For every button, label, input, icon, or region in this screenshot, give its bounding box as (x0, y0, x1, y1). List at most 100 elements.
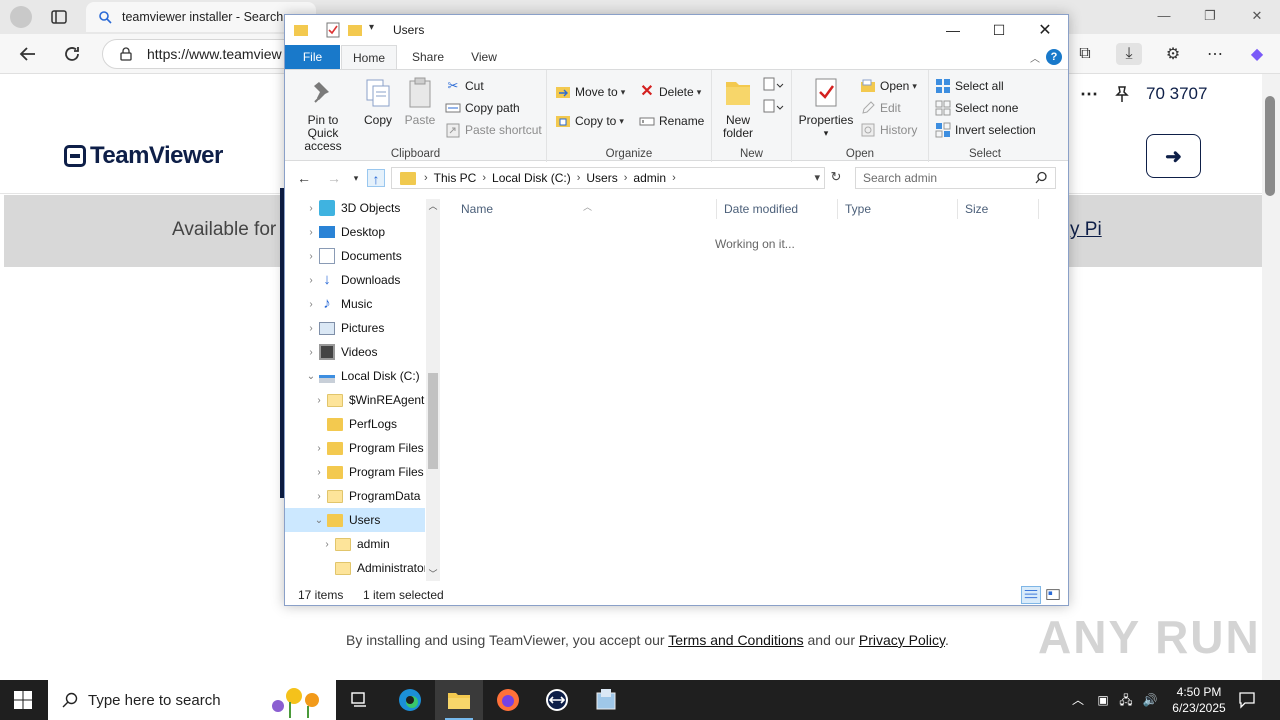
explorer-maximize-icon[interactable]: ☐ (976, 15, 1022, 45)
nav-item-desktop[interactable]: › Desktop (285, 220, 425, 244)
collapse-chevron-icon[interactable]: ⌄ (303, 371, 319, 382)
expand-chevron-icon[interactable]: › (311, 467, 327, 478)
large-icons-view-icon[interactable] (1043, 586, 1063, 604)
file-list-pane[interactable]: ︿ Name Date modified Type Size Working o… (445, 195, 1067, 581)
pin-quick-access-button[interactable]: Pin to Quick access (291, 76, 355, 153)
expand-chevron-icon[interactable]: › (303, 227, 319, 238)
nav-item-winreagent[interactable]: › $WinREAgent (285, 388, 425, 412)
address-history-dropdown-icon[interactable]: ▾ (814, 171, 820, 184)
tab-file[interactable]: File (285, 45, 340, 69)
pin-icon[interactable] (1112, 84, 1132, 104)
nav-item-videos[interactable]: › Videos (285, 340, 425, 364)
move-to-button[interactable]: Move to (555, 82, 625, 102)
open-button[interactable]: Open (860, 76, 917, 96)
column-name[interactable]: ︿ Name (445, 199, 717, 219)
breadcrumb-this-pc[interactable]: This PC (434, 171, 477, 185)
edge-browser-icon[interactable] (386, 680, 434, 720)
paste-shortcut-button[interactable]: Paste shortcut (445, 120, 542, 140)
device-icon[interactable]: ▣ (1095, 692, 1111, 708)
nav-item-3d-objects[interactable]: › 3D Objects (285, 196, 425, 220)
explorer-close-icon[interactable]: ✕ (1022, 15, 1068, 45)
help-icon[interactable]: ? (1046, 49, 1062, 65)
site-phone[interactable]: 70 3707 (1146, 84, 1207, 104)
breadcrumb-users[interactable]: Users (586, 171, 617, 185)
nav-item-music[interactable]: › ♪ Music (285, 292, 425, 316)
nav-item-documents[interactable]: › Documents (285, 244, 425, 268)
quick-access-dropdown-icon[interactable]: ▾ (369, 22, 385, 38)
copy-button[interactable]: Copy (361, 76, 395, 127)
nav-item-local-disk[interactable]: ⌄ Local Disk (C:) (285, 364, 425, 388)
page-scrollbar[interactable] (1262, 74, 1280, 680)
recent-locations-icon[interactable]: ▾ (347, 169, 365, 187)
tab-actions-icon[interactable] (50, 8, 68, 26)
easy-access-icon[interactable] (762, 98, 784, 116)
explorer-title-bar[interactable]: ▾ Users — ☐ ✕ (285, 15, 1068, 45)
column-type[interactable]: Type (839, 199, 958, 219)
notifications-icon[interactable] (1238, 691, 1256, 709)
nav-item-administrator[interactable]: Administrator (285, 556, 425, 580)
explorer-back-icon[interactable]: ← (295, 169, 313, 187)
breadcrumb-chevron-icon[interactable]: › (424, 172, 428, 184)
new-item-icon[interactable] (762, 76, 784, 94)
new-folder-button[interactable]: New folder (718, 76, 758, 140)
copy-to-button[interactable]: Copy to (555, 111, 624, 131)
teamviewer-taskbar-icon[interactable] (533, 680, 581, 720)
nav-item-program-files[interactable]: › Program Files (285, 436, 425, 460)
volume-icon[interactable]: 🔊 (1142, 692, 1158, 708)
file-explorer-taskbar-icon[interactable] (435, 680, 483, 720)
tab-view[interactable]: View (459, 45, 509, 69)
invert-selection-button[interactable]: Invert selection (935, 120, 1036, 140)
rename-button[interactable]: Rename (639, 111, 704, 131)
terms-link[interactable]: Terms and Conditions (668, 632, 803, 648)
nav-pane-scrollbar[interactable]: ︿ ﹀ (426, 199, 440, 581)
ribbon-collapse-icon[interactable]: ︿ (1030, 50, 1040, 65)
copy-path-button[interactable]: Copy path (445, 98, 520, 118)
expand-chevron-icon[interactable]: › (311, 443, 327, 454)
properties-quick-icon[interactable] (325, 22, 341, 38)
more-menu-icon[interactable]: ⋯ (1204, 43, 1226, 65)
expand-chevron-icon[interactable]: › (311, 395, 327, 406)
new-folder-quick-icon[interactable] (347, 22, 363, 38)
back-icon[interactable] (16, 42, 40, 66)
expand-chevron-icon[interactable]: › (303, 275, 319, 286)
privacy-link[interactable]: Privacy Policy (859, 632, 945, 648)
show-hidden-icons-icon[interactable]: ︿ (1070, 692, 1086, 708)
explorer-forward-icon[interactable]: → (325, 169, 343, 187)
expand-chevron-icon[interactable]: › (303, 251, 319, 262)
edit-button[interactable]: Edit (860, 98, 901, 118)
windows-start-icon[interactable] (14, 691, 32, 709)
tab-share[interactable]: Share (403, 45, 453, 69)
nav-pane-scrollbar-thumb[interactable] (428, 373, 438, 469)
expand-chevron-icon[interactable]: › (311, 491, 327, 502)
expand-chevron-icon[interactable]: › (303, 203, 319, 214)
nav-item-downloads[interactable]: › ↓ Downloads (285, 268, 425, 292)
scroll-down-icon[interactable]: ﹀ (426, 567, 440, 581)
downloads-icon[interactable]: ⤓ (1116, 43, 1142, 65)
nav-item-admin[interactable]: › admin (285, 532, 425, 556)
tab-home[interactable]: Home (341, 45, 397, 69)
breadcrumb-chevron-icon[interactable]: › (624, 172, 628, 184)
expand-chevron-icon[interactable]: › (303, 323, 319, 334)
browser-minimize-icon[interactable]: — (1156, 8, 1172, 24)
profile-avatar-icon[interactable] (10, 6, 32, 28)
column-size[interactable]: Size (959, 199, 1039, 219)
breadcrumb-chevron-icon[interactable]: › (482, 172, 486, 184)
column-date-modified[interactable]: Date modified (718, 199, 838, 219)
site-raspberry-pi-link[interactable]: y Pi (1070, 219, 1102, 241)
nav-item-perflogs[interactable]: PerfLogs (285, 412, 425, 436)
explorer-search-input[interactable]: Search admin (855, 167, 1056, 189)
collapse-chevron-icon[interactable]: ⌄ (311, 515, 327, 526)
breadcrumb-chevron-icon[interactable]: › (672, 172, 676, 184)
select-all-button[interactable]: Select all (935, 76, 1004, 96)
installer-taskbar-icon[interactable] (582, 680, 630, 720)
network-icon[interactable]: 🖧 (1118, 692, 1134, 708)
teamviewer-logo[interactable]: TeamViewer (64, 142, 223, 170)
site-more-icon[interactable]: ⋯ (1080, 84, 1098, 105)
paste-button[interactable]: Paste (401, 76, 439, 127)
browser-restore-icon[interactable]: ❐ (1202, 8, 1218, 24)
nav-item-pictures[interactable]: › Pictures (285, 316, 425, 340)
task-view-icon[interactable] (336, 680, 384, 720)
nav-item-program-files-x86[interactable]: › Program Files (x86) (285, 460, 425, 484)
taskbar-clock[interactable]: 4:50 PM 6/23/2025 (1168, 684, 1230, 716)
page-scrollbar-thumb[interactable] (1265, 96, 1275, 196)
